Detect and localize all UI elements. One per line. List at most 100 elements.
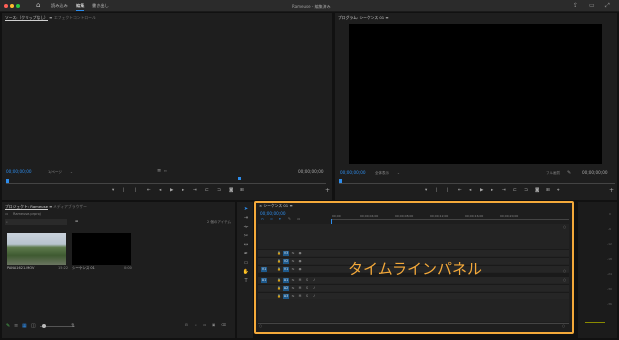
source-marker [238, 177, 241, 180]
mark-out-icon[interactable]: | [447, 188, 449, 193]
program-video-frame[interactable] [349, 24, 602, 164]
go-to-out-icon[interactable]: ⇥ [502, 188, 506, 193]
step-back-icon[interactable]: ◂ [469, 188, 471, 193]
nav-export[interactable]: 書き出し [92, 3, 109, 9]
clip-thumbnail[interactable] [7, 233, 66, 265]
play-icon[interactable]: ▶ [170, 188, 173, 193]
program-timecode[interactable]: 00;00;00;00 [340, 170, 366, 175]
program-add-icon[interactable]: + [609, 188, 614, 194]
project-panel: プロジェクト: Rameuse ≡ メディアブラウザー ▭ Rameuse.pr… [2, 202, 235, 338]
hand-tool-icon[interactable]: ✋ [242, 269, 250, 276]
meter-level [585, 322, 605, 323]
notification-icon[interactable]: ▭ [589, 2, 595, 9]
nav-import[interactable]: 読み込み [51, 3, 68, 9]
sequence-thumbnail[interactable] [72, 233, 131, 265]
meter-tick: -6 [608, 227, 611, 231]
nav-edit[interactable]: 編集 [76, 3, 85, 11]
sequence-duration: 0:00 [124, 266, 132, 270]
pen-tool-icon[interactable]: ✒ [242, 251, 250, 258]
new-bin-icon[interactable]: ▬ [75, 219, 78, 223]
razor-tool-icon[interactable]: ✂ [242, 233, 250, 240]
icon-view-icon[interactable]: ▦ [22, 323, 27, 329]
slider-handle[interactable] [42, 324, 46, 328]
source-timecode[interactable]: 00;00;00;00 [6, 169, 32, 174]
tab-effect-controls[interactable]: エフェクトコントロール [54, 15, 96, 21]
go-to-in-icon[interactable]: ⇤ [147, 188, 151, 193]
title-bar: ⌂ 読み込み 編集 書き出し Rameuse - 編集済み ⇪ ▭ ⤢ [0, 0, 619, 12]
find-icon[interactable]: ⌕ [195, 323, 197, 327]
ripple-edit-tool-icon[interactable]: ⟛ [242, 224, 250, 231]
close-window-button[interactable] [4, 4, 8, 8]
source-add-icon[interactable]: + [325, 188, 330, 194]
meter-tick: -24 [607, 272, 612, 276]
meter-tick: -12 [607, 242, 612, 246]
list-view-icon[interactable]: ≡ [14, 323, 18, 329]
overwrite-icon[interactable]: ⊐ [217, 188, 221, 193]
fullscreen-icon[interactable]: ⤢ [605, 2, 610, 9]
project-file-name: Rameuse.prproj [13, 212, 41, 216]
fit-chevron-icon[interactable]: ⌄ [70, 170, 73, 174]
new-item-icon[interactable]: ▣ [212, 323, 215, 327]
share-icon[interactable]: ⇪ [573, 2, 578, 9]
lift-icon[interactable]: ⊏ [513, 188, 517, 193]
play-icon[interactable]: ▶ [480, 188, 483, 193]
type-tool-icon[interactable]: T [242, 278, 250, 285]
clip-duration: 15:22 [58, 266, 69, 270]
project-search-input[interactable]: ⌕ [5, 219, 67, 225]
track-select-tool-icon[interactable]: ⇥ [242, 215, 250, 222]
sequence-name[interactable]: シーケンス 01 [72, 266, 95, 271]
camera-icon[interactable]: ◙ [229, 188, 233, 193]
source-fit-select[interactable]: 1/ページ [48, 170, 62, 175]
zoom-icon[interactable]: ⇔ [164, 169, 167, 173]
rectangle-tool-icon[interactable]: ▭ [242, 260, 250, 267]
program-fit-select[interactable]: 全体表示 [375, 171, 389, 176]
program-scrub-bar[interactable] [339, 183, 615, 184]
selection-tool-icon[interactable]: ➤ [242, 206, 250, 213]
freeform-view-icon[interactable]: ◫ [31, 323, 36, 329]
camera-icon[interactable]: ◙ [535, 188, 539, 193]
program-monitor-panel: プログラム: シーケンス 01 ≡ 00;00;00;00 全体表示 ⌄ フル画… [335, 13, 617, 200]
extract-icon[interactable]: ⊐ [524, 188, 528, 193]
vr-icon[interactable]: ⌖ [557, 188, 560, 193]
slip-tool-icon[interactable]: ↔ [242, 242, 250, 249]
tab-source[interactable]: ソース:（クリップなし） ≡ [5, 15, 52, 21]
comparison-icon[interactable]: ⊞ [546, 188, 550, 193]
insert-icon[interactable]: ⊏ [205, 188, 209, 193]
source-playhead[interactable] [6, 179, 9, 183]
mark-in-icon[interactable]: | [123, 188, 125, 193]
tab-project[interactable]: プロジェクト: Rameuse ≡ [5, 204, 52, 210]
meter-tick: -18 [607, 257, 612, 261]
wrench-icon[interactable]: ✎ [567, 170, 571, 176]
add-marker-icon[interactable]: ▾ [425, 188, 427, 193]
timeline-annotation-label: タイムラインパネル [348, 260, 482, 278]
program-playhead[interactable] [339, 179, 342, 183]
search-icon: ⌕ [6, 220, 8, 224]
go-to-in-icon[interactable]: ⇤ [458, 188, 462, 193]
automate-icon[interactable]: ⊟ [185, 323, 188, 327]
mark-out-icon[interactable]: | [135, 188, 137, 193]
fit-chevron-icon[interactable]: ⌄ [397, 171, 400, 175]
quality-select[interactable]: フル画質 [546, 171, 560, 176]
pencil-icon[interactable]: ✎ [6, 323, 10, 329]
sort-icon[interactable]: ⇅ [71, 323, 75, 329]
minimize-window-button[interactable] [10, 4, 14, 8]
go-to-out-icon[interactable]: ⇥ [193, 188, 197, 193]
add-marker-icon[interactable]: ▾ [112, 188, 114, 193]
program-title[interactable]: プログラム: シーケンス 01 ≡ [338, 15, 389, 21]
window-title: Rameuse - 編集済み [292, 3, 331, 9]
step-forward-icon[interactable]: ▸ [491, 188, 493, 193]
step-back-icon[interactable]: ◂ [159, 188, 161, 193]
mark-in-icon[interactable]: | [436, 188, 438, 193]
button-editor-icon[interactable]: ⊞ [240, 188, 244, 193]
tab-media-browser[interactable]: メディアブラウザー [53, 204, 87, 210]
trash-icon[interactable]: ⌫ [221, 323, 226, 327]
meter-tick: -30 [607, 287, 612, 291]
step-forward-icon[interactable]: ▸ [182, 188, 184, 193]
clip-name[interactable]: PANA1621.MOV [7, 266, 34, 270]
project-folder-icon: ▭ [5, 212, 9, 216]
source-scrub-bar[interactable] [6, 183, 326, 184]
new-bin-footer-icon[interactable]: ▭ [203, 323, 206, 327]
settings-icon[interactable]: ≣ [157, 168, 161, 174]
zoom-window-button[interactable] [16, 4, 20, 8]
home-icon[interactable]: ⌂ [36, 2, 40, 9]
